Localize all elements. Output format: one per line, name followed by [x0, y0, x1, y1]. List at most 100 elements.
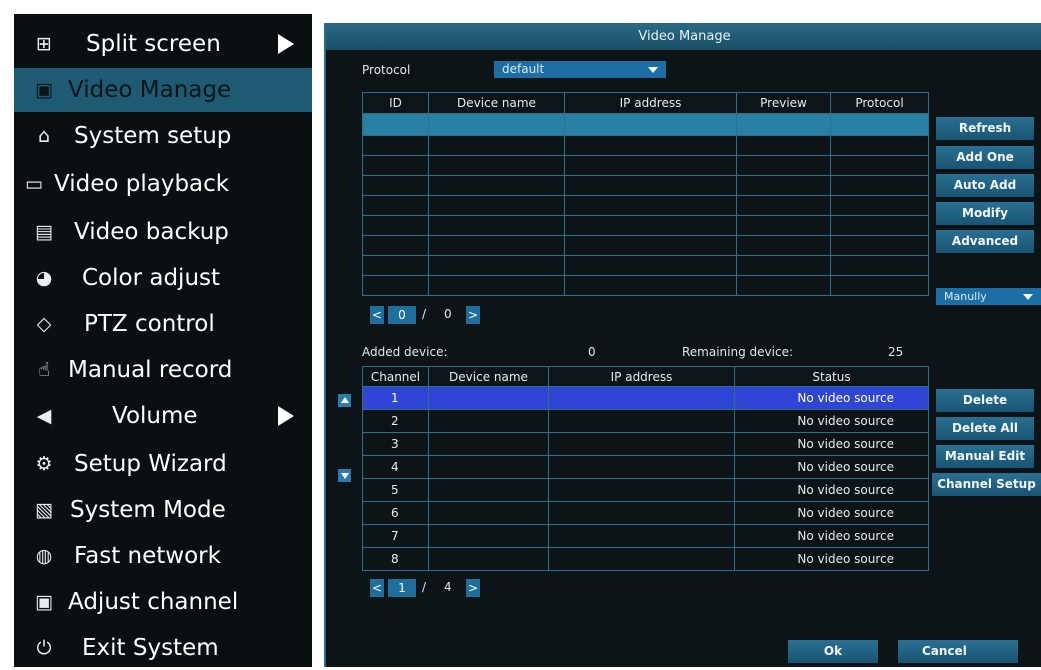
- col-device-name[interactable]: Device name: [428, 366, 549, 387]
- channel-cell: 6: [362, 501, 429, 525]
- palette-icon: ◕: [35, 267, 53, 289]
- protocol-select[interactable]: default: [494, 61, 666, 78]
- table-cell: [428, 113, 565, 136]
- menu-item-label: Video playback: [54, 171, 230, 197]
- table-cell: [830, 175, 929, 196]
- status-cell: No video source: [734, 501, 929, 525]
- page-total: 4: [444, 580, 452, 594]
- menu-item-system-setup[interactable]: ⌂ System setup: [14, 114, 312, 158]
- table-row[interactable]: 4 No video source: [362, 455, 929, 479]
- col-protocol[interactable]: Protocol: [830, 92, 929, 114]
- table-cell: [736, 113, 831, 136]
- menu-item-video-playback[interactable]: ▭ Video playback: [14, 162, 312, 206]
- menu-item-label: Manual record: [68, 357, 233, 383]
- table-cell: [830, 113, 929, 136]
- auto-add-button[interactable]: Auto Add: [936, 174, 1034, 197]
- cancel-button[interactable]: Cancel: [898, 640, 1018, 663]
- table-cell: [830, 255, 929, 276]
- table-cell: [428, 275, 565, 296]
- arrow-up-icon: [341, 397, 349, 403]
- added-device-count: 0: [588, 345, 596, 359]
- menu-item-exit-system[interactable]: ⏻ Exit System: [14, 626, 312, 670]
- col-channel[interactable]: Channel: [362, 366, 429, 387]
- channel-setup-button[interactable]: Channel Setup: [932, 473, 1041, 496]
- menu-item-ptz-control[interactable]: ◇ PTZ control: [14, 302, 312, 346]
- table-cell: [564, 195, 737, 216]
- device-name-cell: [428, 524, 549, 548]
- table-row[interactable]: 8 No video source: [362, 547, 929, 571]
- menu-item-manual-record[interactable]: ☝ Manual record: [14, 348, 312, 392]
- next-page-button[interactable]: >: [466, 306, 480, 324]
- menu-item-label: Color adjust: [82, 265, 221, 291]
- table-row[interactable]: [362, 155, 929, 176]
- table-row[interactable]: [362, 255, 929, 276]
- table-row[interactable]: 3 No video source: [362, 432, 929, 456]
- table-row[interactable]: [362, 235, 929, 256]
- col-ip-address[interactable]: IP address: [564, 92, 737, 114]
- menu-item-video-backup[interactable]: ▤ Video backup: [14, 210, 312, 254]
- table-row[interactable]: [362, 113, 929, 136]
- submenu-arrow-icon: [278, 34, 294, 54]
- menu-item-fast-network[interactable]: ◍ Fast network: [14, 534, 312, 578]
- chevron-down-icon: [1023, 294, 1033, 300]
- table-row[interactable]: [362, 195, 929, 216]
- table-row[interactable]: [362, 135, 929, 156]
- scroll-up-button[interactable]: [338, 394, 351, 407]
- menu-item-video-manage[interactable]: ▣ Video Manage: [14, 68, 312, 112]
- col-device-name[interactable]: Device name: [428, 92, 565, 114]
- delete-button[interactable]: Delete: [936, 389, 1034, 412]
- menu-item-split-screen[interactable]: ⊞ Split screen: [14, 22, 312, 66]
- col-preview[interactable]: Preview: [736, 92, 831, 114]
- home-icon: ⌂: [37, 125, 51, 147]
- device-table-header: ID Device name IP address Preview Protoc…: [362, 92, 929, 114]
- page-number-input[interactable]: 1: [388, 579, 416, 597]
- protocol-select-value: default: [502, 62, 545, 76]
- advanced-button[interactable]: Advanced: [936, 230, 1034, 253]
- col-status[interactable]: Status: [734, 366, 929, 387]
- manual-edit-button[interactable]: Manual Edit: [936, 445, 1034, 468]
- prev-page-button[interactable]: <: [370, 579, 384, 597]
- add-one-button[interactable]: Add One: [936, 146, 1034, 169]
- table-row[interactable]: 6 No video source: [362, 501, 929, 525]
- table-row[interactable]: [362, 215, 929, 236]
- modify-button[interactable]: Modify: [936, 202, 1034, 225]
- dialog-title: Video Manage: [326, 23, 1041, 50]
- ip-address-cell: [548, 478, 735, 502]
- table-row[interactable]: 1 No video source: [362, 386, 929, 410]
- status-cell: No video source: [734, 409, 929, 433]
- added-device-label: Added device:: [362, 345, 448, 359]
- table-cell: [830, 135, 929, 156]
- speaker-icon: ◀: [36, 405, 52, 427]
- ip-address-cell: [548, 432, 735, 456]
- next-page-button[interactable]: >: [466, 579, 480, 597]
- scroll-down-button[interactable]: [338, 469, 351, 482]
- device-table: ID Device name IP address Preview Protoc…: [362, 92, 929, 296]
- menu-item-color-adjust[interactable]: ◕ Color adjust: [14, 256, 312, 300]
- table-row[interactable]: 5 No video source: [362, 478, 929, 502]
- status-cell: No video source: [734, 455, 929, 479]
- col-id[interactable]: ID: [362, 92, 429, 114]
- menu-item-system-mode[interactable]: ▧ System Mode: [14, 488, 312, 532]
- menu-item-adjust-channel[interactable]: ▣ Adjust channel: [14, 580, 312, 624]
- table-row[interactable]: 2 No video source: [362, 409, 929, 433]
- prev-page-button[interactable]: <: [370, 306, 384, 324]
- table-row[interactable]: [362, 175, 929, 196]
- page-total: 0: [444, 307, 452, 321]
- page-number-input[interactable]: 0: [388, 306, 416, 324]
- table-cell: [428, 255, 565, 276]
- table-row[interactable]: 7 No video source: [362, 524, 929, 548]
- delete-all-button[interactable]: Delete All: [936, 417, 1034, 440]
- add-mode-select[interactable]: Manully: [936, 288, 1041, 305]
- ok-button[interactable]: Ok: [788, 640, 878, 663]
- col-ip-address[interactable]: IP address: [548, 366, 735, 387]
- menu-item-label: Setup Wizard: [74, 451, 227, 477]
- menu-item-volume[interactable]: ◀ Volume: [14, 394, 312, 438]
- table-cell: [428, 195, 565, 216]
- table-row[interactable]: [362, 275, 929, 296]
- refresh-button[interactable]: Refresh: [936, 117, 1034, 140]
- table-cell: [830, 215, 929, 236]
- table-cell: [736, 195, 831, 216]
- menu-item-setup-wizard[interactable]: ⚙ Setup Wizard: [14, 442, 312, 486]
- menu-item-label: Video backup: [74, 219, 229, 245]
- table-cell: [362, 215, 429, 236]
